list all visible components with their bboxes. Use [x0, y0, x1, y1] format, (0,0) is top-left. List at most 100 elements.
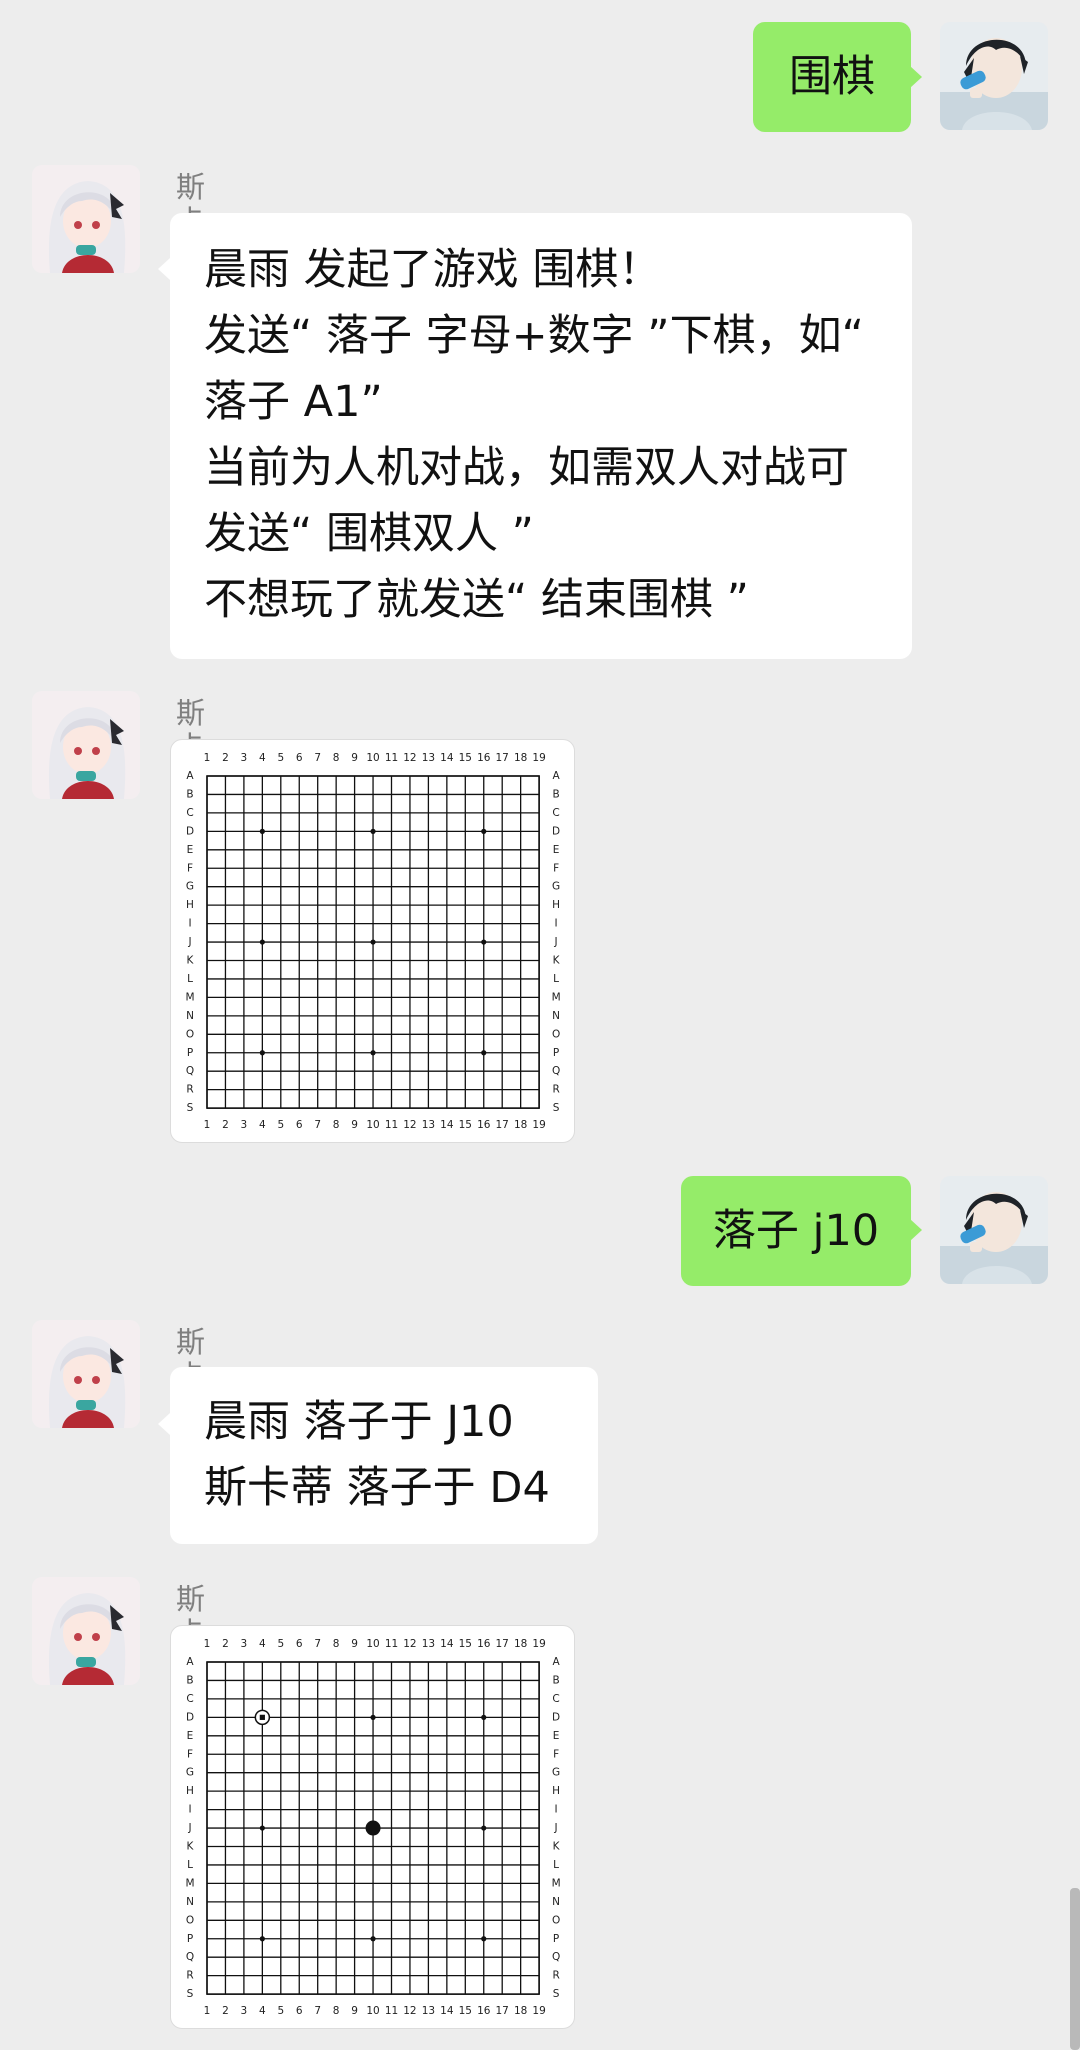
col-label: 1 — [204, 2005, 211, 2017]
row-label: I — [555, 1804, 558, 1816]
row-label: N — [552, 1896, 560, 1908]
row-label: A — [553, 770, 561, 782]
star-point — [481, 1825, 487, 1831]
row-label: H — [186, 899, 194, 911]
black-stone — [365, 1820, 381, 1836]
col-label: 7 — [314, 1638, 321, 1650]
col-label: 11 — [385, 1638, 398, 1650]
row-label: B — [186, 788, 193, 800]
row-label: P — [553, 1933, 559, 1945]
star-point — [481, 939, 487, 945]
star-point — [370, 1050, 376, 1056]
row-label: H — [186, 1785, 194, 1797]
col-label: 6 — [296, 2005, 303, 2017]
col-label: 3 — [241, 1119, 248, 1131]
row-label: J — [187, 936, 191, 948]
col-label: 9 — [351, 1119, 358, 1131]
row-label: K — [553, 1841, 561, 1853]
col-label: 13 — [422, 1638, 435, 1650]
col-label: 4 — [259, 1638, 266, 1650]
col-label: 10 — [366, 1119, 379, 1131]
row-label: L — [187, 973, 193, 985]
col-label: 9 — [351, 1638, 358, 1650]
bubble-tail — [158, 258, 170, 280]
star-point — [259, 828, 265, 834]
bot-avatar[interactable] — [32, 691, 140, 799]
col-label: 11 — [385, 1119, 398, 1131]
row-label: S — [187, 1988, 194, 2000]
star-point — [259, 1825, 265, 1831]
row-label: M — [552, 991, 561, 1003]
row-label: R — [552, 1084, 559, 1096]
row-label: O — [552, 1914, 560, 1926]
col-label: 19 — [532, 1119, 545, 1131]
col-label: 18 — [514, 1119, 527, 1131]
star-point — [370, 828, 376, 834]
row-label: S — [553, 1102, 560, 1114]
star-point — [481, 1714, 487, 1720]
col-label: 2 — [222, 752, 229, 764]
go-board-image[interactable]: 1 1 2 2 3 3 4 4 5 5 6 6 7 7 8 8 9 9 10 10 11 11 12 12 13 13 14 14 15… — [170, 739, 575, 1143]
row-label: K — [187, 955, 195, 967]
message-bubble-outgoing[interactable]: 围棋 — [753, 22, 911, 132]
message-bubble-incoming[interactable]: 晨雨 落子于 J10 斯卡蒂 落子于 D4 — [170, 1367, 598, 1544]
row-label: N — [552, 1010, 560, 1022]
row-label: Q — [186, 1951, 194, 1963]
row-label: F — [553, 1748, 559, 1760]
col-label: 15 — [459, 1638, 472, 1650]
row-label: E — [553, 844, 560, 856]
row-label: J — [554, 936, 558, 948]
col-label: 2 — [222, 2005, 229, 2017]
col-label: 3 — [241, 752, 248, 764]
my-avatar[interactable] — [940, 1176, 1048, 1284]
message-bubble-outgoing[interactable]: 落子 j10 — [681, 1176, 911, 1286]
col-label: 5 — [277, 752, 284, 764]
row-label: E — [187, 844, 194, 856]
col-label: 7 — [314, 1119, 321, 1131]
message-bubble-incoming[interactable]: 晨雨 发起了游戏 围棋！ 发送“ 落子 字母+数字 ”下棋，如“ 落子 A1” … — [170, 213, 912, 659]
scrollbar[interactable] — [1070, 1888, 1080, 2050]
my-avatar[interactable] — [940, 22, 1048, 130]
row-label: B — [186, 1674, 193, 1686]
col-label: 4 — [259, 752, 266, 764]
col-label: 7 — [314, 752, 321, 764]
row-label: R — [552, 1970, 559, 1982]
col-label: 13 — [422, 752, 435, 764]
message-line: 发送“ 围棋双人 ” — [204, 509, 534, 559]
bot-avatar[interactable] — [32, 1320, 140, 1428]
row-label: S — [553, 1988, 560, 2000]
col-label: 6 — [296, 1119, 303, 1131]
row-label: L — [553, 1859, 559, 1871]
message-line: 不想玩了就发送“ 结束围棋 ” — [204, 575, 749, 625]
col-label: 9 — [351, 752, 358, 764]
message-line: 落子 A1” — [204, 377, 383, 427]
col-label: 16 — [477, 1119, 491, 1131]
col-label: 3 — [241, 1638, 248, 1650]
star-point — [370, 939, 376, 945]
col-label: 11 — [385, 2005, 398, 2017]
bot-avatar[interactable] — [32, 165, 140, 273]
row-label: D — [552, 1711, 560, 1723]
row-label: A — [553, 1656, 561, 1668]
message-line: 当前为人机对战，如需双人对战可 — [204, 443, 849, 493]
row-label: G — [552, 1767, 560, 1779]
row-label: Q — [186, 1065, 194, 1077]
col-label: 5 — [277, 1119, 284, 1131]
go-board-image[interactable]: 1 1 2 2 3 3 4 4 5 5 6 6 7 7 8 8 9 9 10 10 11 11 12 12 13 13 14 14 15… — [170, 1625, 575, 2029]
row-label: B — [552, 1674, 559, 1686]
row-label: M — [552, 1877, 561, 1889]
col-label: 13 — [422, 1119, 435, 1131]
row-label: M — [185, 991, 194, 1003]
row-label: P — [553, 1047, 559, 1059]
bot-avatar[interactable] — [32, 1577, 140, 1685]
col-label: 17 — [496, 1119, 509, 1131]
col-label: 10 — [366, 2005, 379, 2017]
col-label: 12 — [403, 1638, 416, 1650]
col-label: 18 — [514, 752, 527, 764]
row-label: C — [186, 1693, 193, 1705]
star-point — [259, 939, 265, 945]
star-point — [481, 828, 487, 834]
row-label: Q — [552, 1065, 560, 1077]
col-label: 18 — [514, 2005, 527, 2017]
row-label: D — [186, 825, 194, 837]
